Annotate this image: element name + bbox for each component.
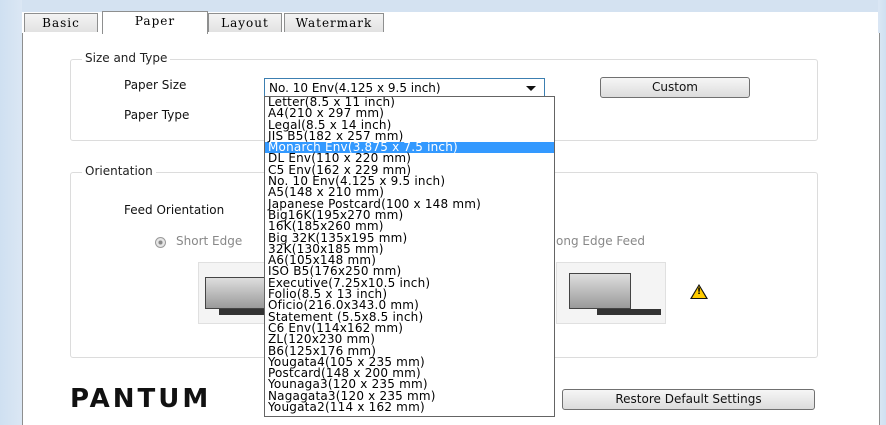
paper-size-value: No. 10 Env(4.125 x 9.5 inch)	[269, 81, 441, 95]
short-edge-label: Short Edge	[176, 234, 243, 248]
paper-size-label: Paper Size	[124, 78, 187, 92]
paper-size-dropdown-list[interactable]: Letter(8.5 x 11 inch) A4(210 x 297 mm) Leg…	[264, 96, 555, 417]
paper-size-option[interactable]: Yougata2(114 x 162 mm)	[265, 401, 554, 413]
restore-default-settings-button[interactable]: Restore Default Settings	[562, 389, 815, 410]
size-and-type-title: Size and Type	[82, 51, 171, 65]
feed-orientation-label: Feed Orientation	[124, 203, 225, 217]
short-edge-radio[interactable]	[155, 237, 166, 248]
paper-size-select[interactable]: No. 10 Env(4.125 x 9.5 inch)	[264, 78, 545, 98]
chevron-down-icon[interactable]	[526, 86, 536, 91]
tab-strip: Basic Paper Layout Watermark	[22, 11, 878, 34]
long-edge-label: ong Edge Feed	[556, 234, 646, 248]
short-edge-printer-icon	[198, 262, 268, 324]
tab-basic[interactable]: Basic	[24, 13, 98, 32]
window-frame-left	[0, 0, 22, 425]
paper-type-label: Paper Type	[124, 108, 190, 122]
warning-exclamation-icon: !	[697, 287, 702, 297]
tab-paper[interactable]: Paper	[102, 11, 208, 34]
pantum-logo: PANTUM	[70, 384, 212, 414]
orientation-title: Orientation	[82, 164, 156, 178]
tab-layout[interactable]: Layout	[208, 13, 282, 32]
tab-watermark[interactable]: Watermark	[284, 13, 384, 32]
long-edge-printer-icon	[556, 262, 666, 324]
custom-button[interactable]: Custom	[600, 77, 750, 98]
